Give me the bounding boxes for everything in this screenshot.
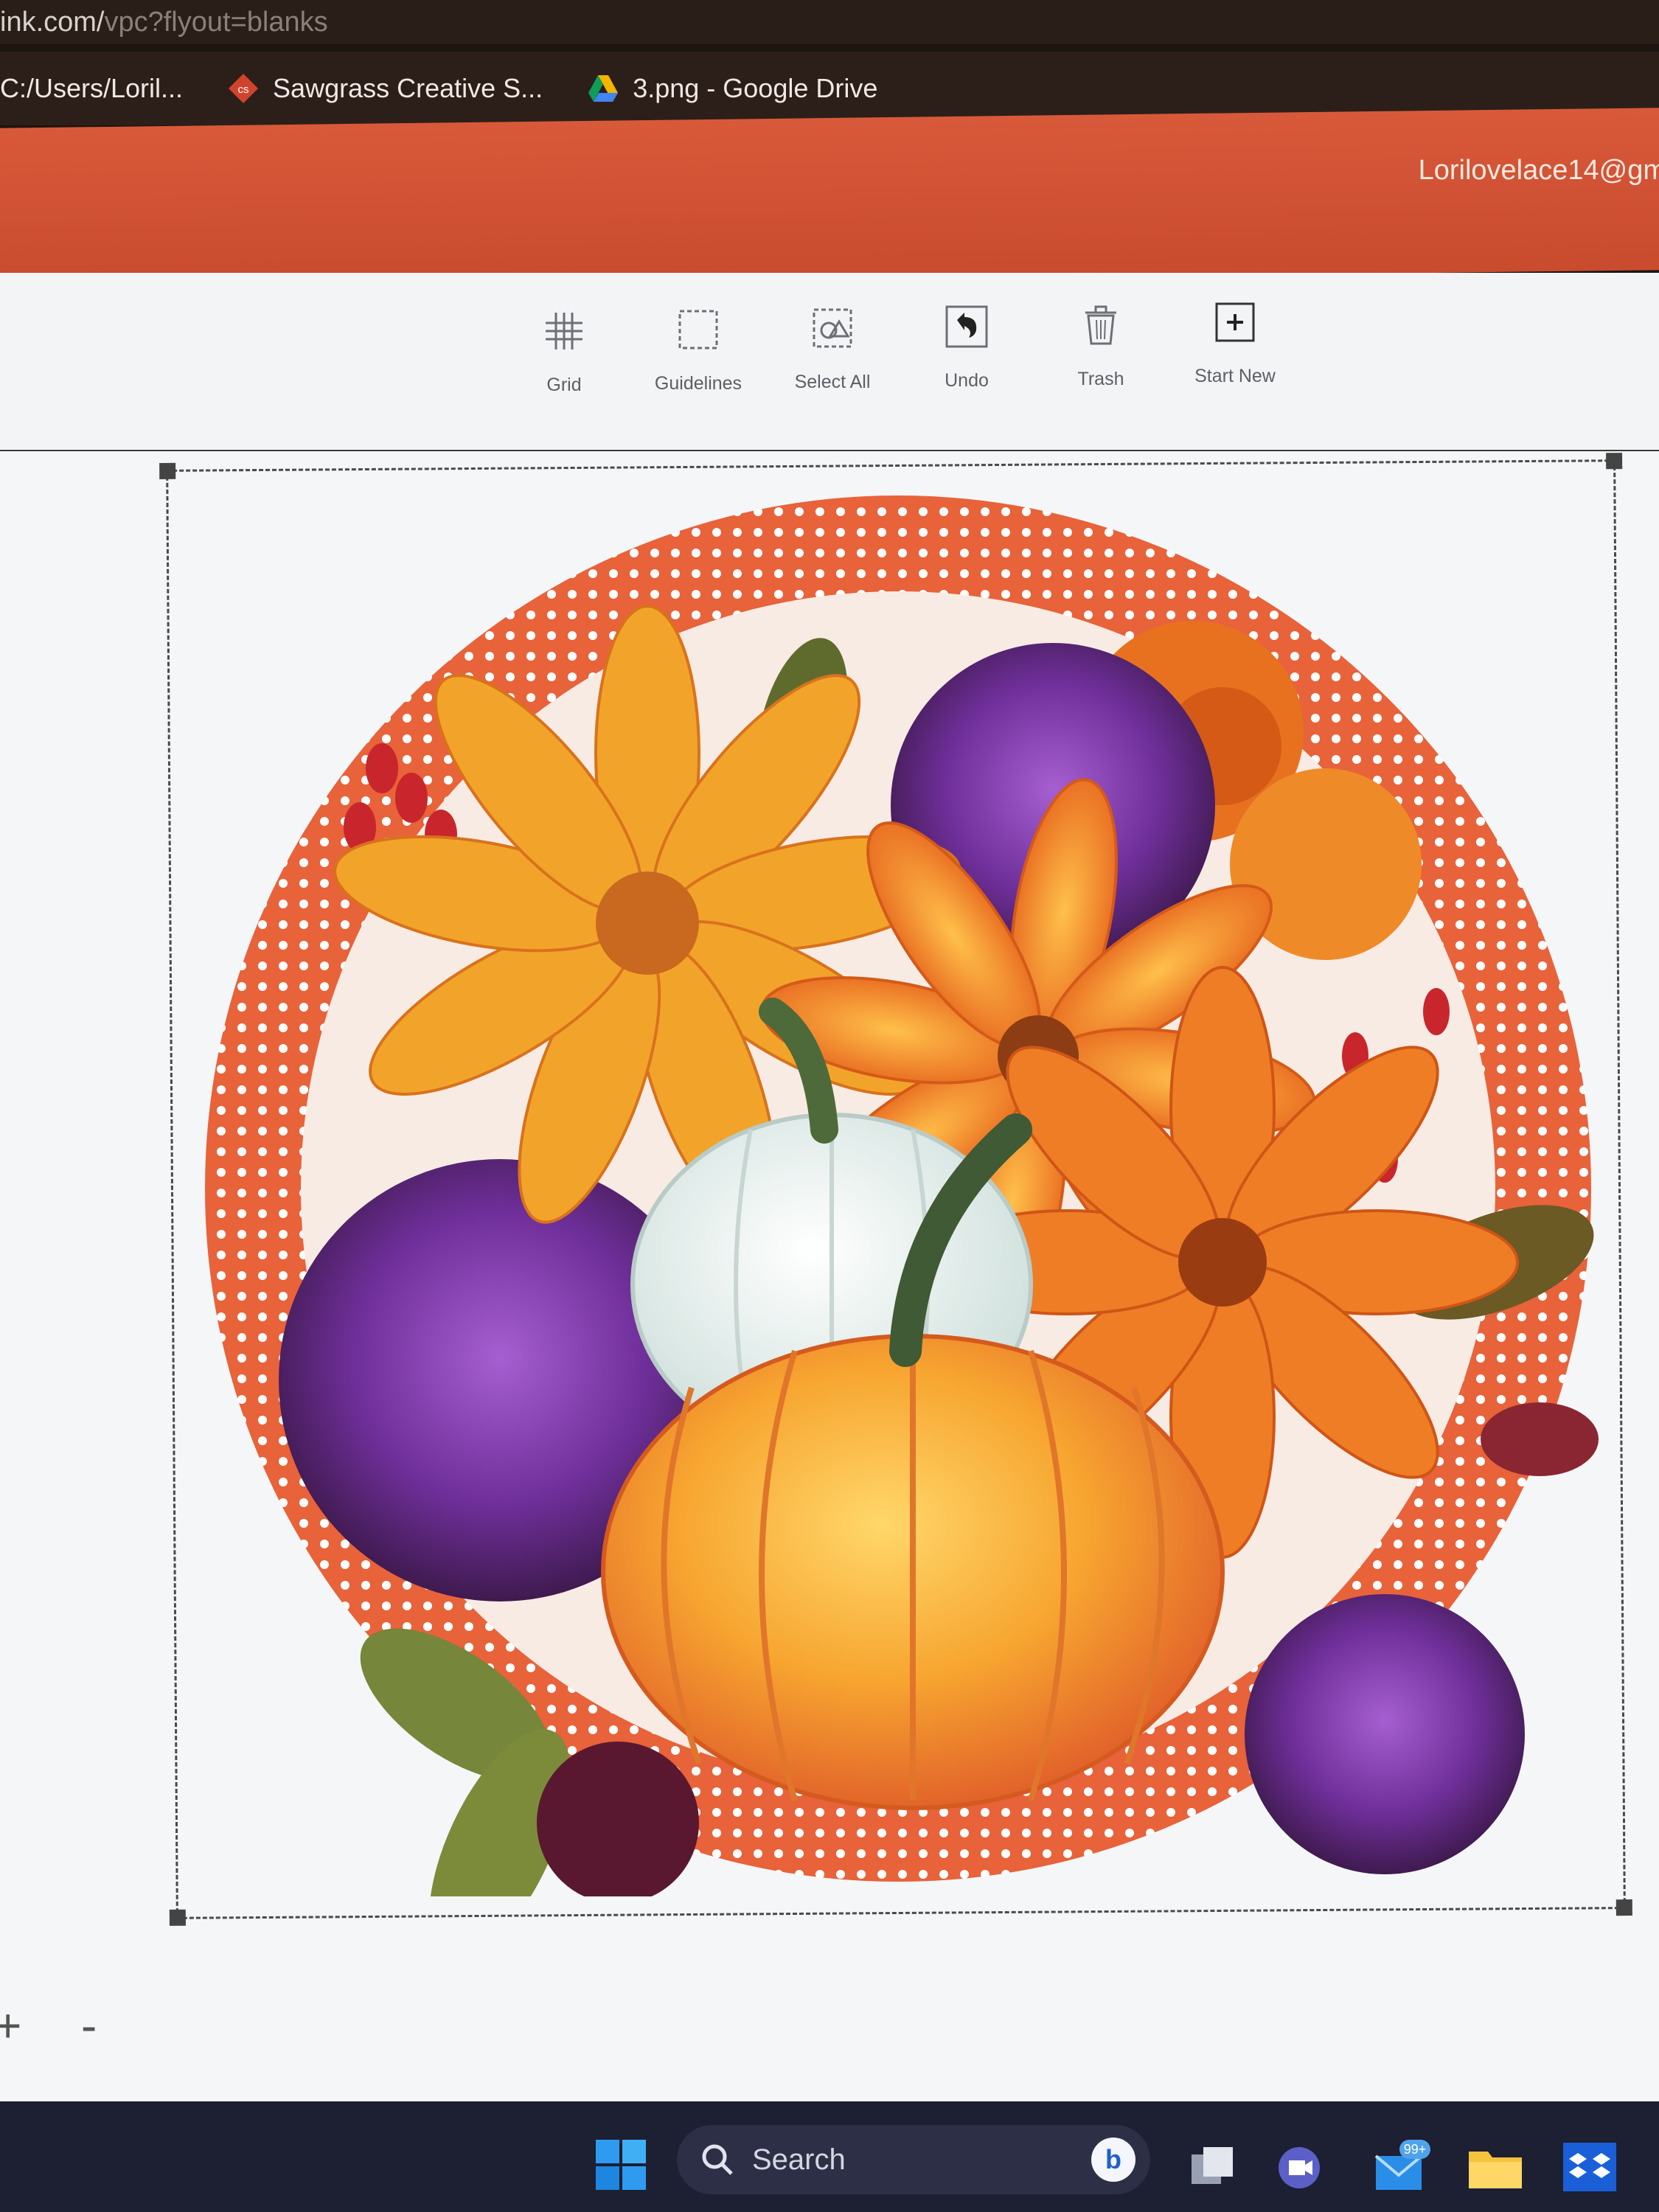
start-new-button[interactable]: Start New: [1172, 299, 1298, 387]
svg-text:b: b: [1105, 2144, 1121, 2174]
trash-icon: [1085, 305, 1116, 345]
start-new-icon: [1215, 302, 1255, 342]
resize-handle-top-left[interactable]: [159, 462, 176, 479]
bookmark-label: 3.png - Google Drive: [633, 73, 878, 103]
meet-icon[interactable]: [1276, 2146, 1327, 2190]
design-toolbar: Grid Guidelines Select All Undo Trash St…: [0, 273, 1659, 452]
mail-icon[interactable]: 99+: [1373, 2138, 1432, 2194]
task-view-icon[interactable]: [1189, 2144, 1236, 2188]
trash-label: Trash: [1077, 369, 1124, 389]
url-path: vpc?flyout=blanks: [104, 7, 328, 38]
trash-button[interactable]: Trash: [1038, 302, 1164, 390]
url-host: ink.com/: [0, 7, 105, 38]
select-all-label: Select All: [794, 372, 871, 392]
search-icon: [702, 2144, 733, 2175]
zoom-out-button[interactable]: -: [81, 1998, 97, 2053]
select-all-icon: [813, 308, 852, 348]
zoom-in-button[interactable]: +: [0, 1998, 21, 2053]
user-email[interactable]: Lorilovelace14@gm: [1419, 155, 1659, 187]
bookmark-sawgrass[interactable]: cs Sawgrass Creative S...: [227, 72, 543, 105]
grid-label: Grid: [546, 375, 582, 395]
resize-handle-bottom-left[interactable]: [169, 1909, 186, 1926]
google-drive-icon: [588, 75, 619, 102]
grid-icon: [546, 313, 582, 349]
taskbar-search[interactable]: Search b: [677, 2125, 1150, 2194]
undo-label: Undo: [945, 370, 989, 391]
search-placeholder: Search: [752, 2143, 846, 2176]
round-sign-design[interactable]: [190, 481, 1606, 1896]
select-all-button[interactable]: Select All: [770, 305, 895, 393]
file-explorer-icon[interactable]: [1467, 2144, 1523, 2190]
grid-button[interactable]: Grid: [501, 308, 627, 396]
bookmark-google-drive[interactable]: 3.png - Google Drive: [587, 72, 877, 105]
dropbox-icon[interactable]: [1563, 2143, 1616, 2191]
guidelines-icon: [678, 310, 718, 349]
guidelines-button[interactable]: Guidelines: [636, 307, 761, 394]
app-header: [0, 108, 1659, 291]
start-new-label: Start New: [1194, 366, 1276, 386]
bookmark-users-folder[interactable]: C:/Users/Loril...: [0, 73, 183, 104]
sawgrass-badge-text: cs: [238, 83, 249, 96]
bing-icon[interactable]: b: [1090, 2136, 1137, 2183]
resize-handle-bottom-right[interactable]: [1615, 1899, 1632, 1916]
guidelines-label: Guidelines: [654, 373, 742, 394]
bookmark-label: C:/Users/Loril...: [0, 73, 184, 103]
undo-button[interactable]: Undo: [904, 304, 1029, 392]
undo-icon: [945, 305, 988, 348]
windows-start-icon[interactable]: [594, 2138, 647, 2191]
mail-badge: 99+: [1404, 2142, 1427, 2157]
resize-handle-top-right[interactable]: [1606, 453, 1623, 470]
bookmark-label: Sawgrass Creative S...: [273, 73, 543, 103]
sawgrass-icon: cs: [229, 74, 259, 103]
address-bar[interactable]: ink.com/vpc?flyout=blanks: [0, 0, 1659, 44]
